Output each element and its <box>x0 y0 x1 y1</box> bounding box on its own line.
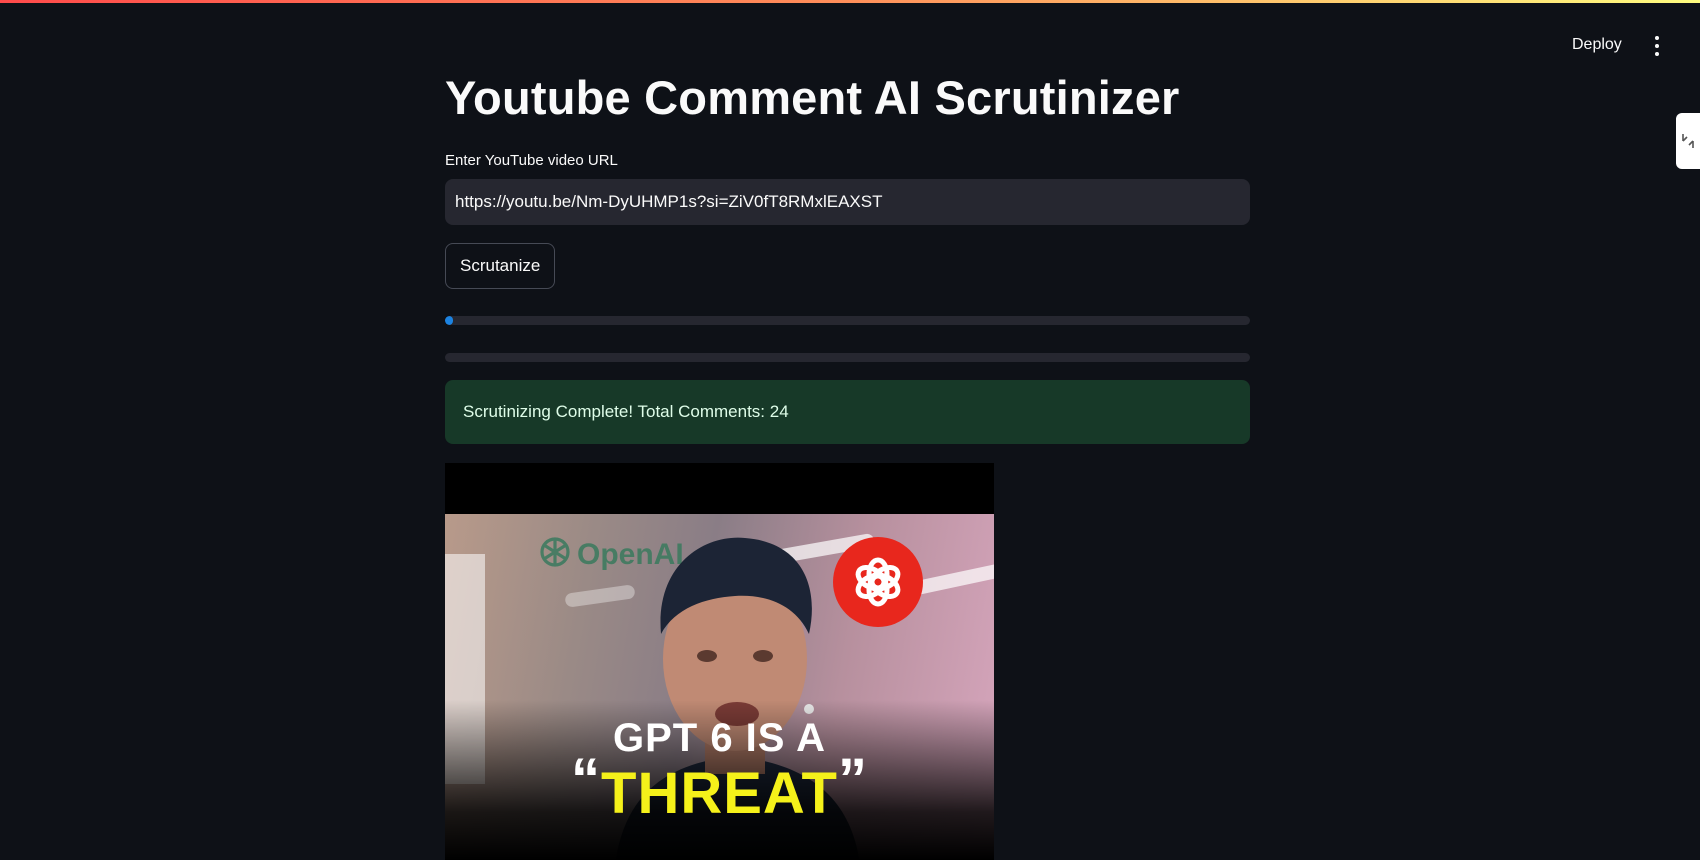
openai-logo-icon <box>540 537 570 567</box>
deploy-button[interactable]: Deploy <box>1566 32 1628 58</box>
progress-bar <box>445 353 1250 362</box>
openai-badge-icon <box>833 537 923 627</box>
expand-icon <box>1682 134 1694 148</box>
side-panel-toggle[interactable] <box>1676 113 1700 169</box>
url-input[interactable] <box>445 179 1250 225</box>
thumbnail-headline-line1: GPT 6 IS A <box>612 716 826 760</box>
more-vertical-icon[interactable] <box>1646 33 1668 59</box>
progress-fill <box>445 316 454 325</box>
thumbnail-headline-word: THREAT <box>601 761 838 826</box>
success-message: Scrutinizing Complete! Total Comments: 2… <box>463 402 789 421</box>
success-alert: Scrutinizing Complete! Total Comments: 2… <box>445 380 1250 444</box>
scrutanize-button[interactable]: Scrutanize <box>445 243 556 289</box>
url-input-label: Enter YouTube video URL <box>445 152 618 169</box>
video-thumbnail: OpenAI GPT 6 IS A “THREAT” <box>445 463 994 860</box>
thumbnail-headline-line2: “THREAT” <box>445 747 994 827</box>
thumbnail-scene: OpenAI GPT 6 IS A “THREAT” <box>445 514 994 860</box>
open-quote: “ <box>571 747 602 812</box>
app-header: Deploy <box>0 3 1700 78</box>
progress-bar <box>445 316 1250 325</box>
close-quote: ” <box>837 747 868 812</box>
page-title: Youtube Comment AI Scrutinizer <box>445 71 1180 124</box>
